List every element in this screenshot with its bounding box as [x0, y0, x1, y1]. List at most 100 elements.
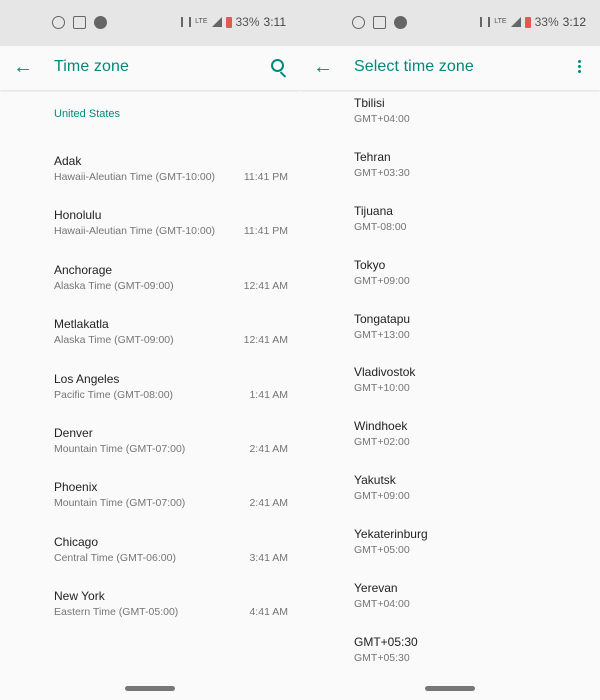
- zone-description: Mountain Time (GMT-07:00): [54, 442, 186, 455]
- settings-notification-icon: [94, 16, 107, 29]
- zone-city: Tijuana: [354, 203, 393, 218]
- app-bar: ← Time zone: [0, 46, 300, 90]
- battery-icon: [225, 16, 232, 28]
- more-options-button[interactable]: [568, 56, 592, 80]
- zone-city: Tokyo: [354, 257, 386, 272]
- time-zone-row[interactable]: Adak Hawaii-Aleutian Time (GMT-10:00) 11:4…: [0, 154, 300, 208]
- zone-description: Alaska Time (GMT-09:00): [54, 279, 174, 292]
- search-button[interactable]: [268, 56, 292, 80]
- select-time-zone-screen: LTE 33% 3:12 ← Select time zone Tbilisi G…: [300, 0, 600, 700]
- zone-offset: GMT+09:00: [354, 490, 410, 503]
- zone-offset: GMT+13:00: [354, 328, 410, 341]
- time-zone-screen: LTE 33% 3:11 ← Time zone United States A…: [0, 0, 300, 700]
- zone-description: Pacific Time (GMT-08:00): [54, 388, 174, 401]
- time-zone-option[interactable]: Tijuana GMT-08:00: [300, 204, 600, 258]
- search-icon: [271, 59, 284, 72]
- zone-local-time: 2:41 AM: [249, 442, 288, 455]
- zone-local-time: 1:41 AM: [249, 388, 288, 401]
- time-zone-option[interactable]: Tokyo GMT+09:00: [300, 258, 600, 312]
- zone-city: Windhoek: [354, 419, 408, 434]
- back-arrow-icon[interactable]: ←: [312, 56, 334, 78]
- lte-icon: LTE: [494, 18, 507, 25]
- status-bar: LTE 33% 3:11: [0, 0, 300, 46]
- zone-city: Yekaterinburg: [354, 527, 428, 542]
- signal-icon: [211, 17, 222, 27]
- time-zone-list: Adak Hawaii-Aleutian Time (GMT-10:00) 11:4…: [0, 154, 300, 644]
- time-zone-option[interactable]: Yekaterinburg GMT+05:00: [300, 527, 600, 581]
- whatsapp-icon: [352, 16, 365, 29]
- time-zone-option[interactable]: Yakutsk GMT+09:00: [300, 473, 600, 527]
- battery-percent: 33%: [235, 15, 260, 29]
- zone-local-time: 11:41 PM: [243, 225, 288, 238]
- zone-city: Yakutsk: [354, 473, 396, 488]
- zone-city: GMT+05:30: [354, 634, 418, 649]
- zone-city: Anchorage: [54, 262, 113, 277]
- zone-city: Tehran: [354, 149, 391, 164]
- app-bar: ← Select time zone: [300, 46, 600, 90]
- zone-description: Central Time (GMT-06:00): [54, 551, 176, 564]
- page-title: Time zone: [54, 58, 130, 75]
- zone-offset: GMT+09:00: [354, 274, 410, 287]
- zone-local-time: 11:41 PM: [243, 171, 288, 183]
- notification-card-icon: [73, 16, 86, 29]
- zone-description: Alaska Time (GMT-09:00): [54, 334, 174, 347]
- time-zone-option[interactable]: Windhoek GMT+02:00: [300, 419, 600, 473]
- time-zone-row[interactable]: Los Angeles Pacific Time (GMT-08:00) 1:41 …: [0, 372, 300, 426]
- zone-city: Adak: [54, 154, 82, 168]
- zone-city: Los Angeles: [54, 371, 120, 386]
- zone-city: Yerevan: [354, 581, 398, 596]
- time-zone-row[interactable]: Anchorage Alaska Time (GMT-09:00) 12:41 AM: [0, 263, 300, 317]
- zone-offset: GMT+04:00: [354, 598, 410, 611]
- clock: 3:12: [562, 15, 586, 29]
- zone-city: Metlakatla: [54, 317, 109, 332]
- time-zone-row[interactable]: Chicago Central Time (GMT-06:00) 3:41 AM: [0, 535, 300, 589]
- time-zone-row[interactable]: New York Eastern Time (GMT-05:00) 4:41 AM: [0, 589, 300, 643]
- zone-description: Eastern Time (GMT-05:00): [54, 606, 179, 619]
- zone-local-time: 12:41 AM: [243, 334, 288, 347]
- vibrate-icon: [181, 17, 192, 27]
- zone-description: Mountain Time (GMT-07:00): [54, 497, 186, 510]
- signal-icon: [510, 17, 521, 27]
- zone-description: Hawaii-Aleutian Time (GMT-10:00): [54, 171, 216, 183]
- zone-description: Hawaii-Aleutian Time (GMT-10:00): [54, 225, 216, 238]
- lte-icon: LTE: [195, 18, 208, 25]
- vibrate-icon: [480, 17, 491, 27]
- gesture-nav-handle[interactable]: [125, 686, 175, 691]
- zone-city: Phoenix: [54, 480, 98, 495]
- zone-offset: GMT+02:00: [354, 436, 410, 449]
- section-header: United States: [54, 108, 121, 120]
- time-zone-row[interactable]: Denver Mountain Time (GMT-07:00) 2:41 AM: [0, 426, 300, 480]
- time-zone-option[interactable]: Yerevan GMT+04:00: [300, 581, 600, 635]
- status-bar: LTE 33% 3:12: [300, 0, 600, 46]
- time-zone-option[interactable]: GMT+05:30 GMT+05:30: [300, 635, 600, 689]
- time-zone-option[interactable]: Tehran GMT+03:30: [300, 150, 600, 204]
- time-zone-option[interactable]: Vladivostok GMT+10:00: [300, 365, 600, 419]
- whatsapp-icon: [52, 16, 65, 29]
- zone-offset: GMT+04:00: [354, 113, 410, 125]
- time-zone-row[interactable]: Metlakatla Alaska Time (GMT-09:00) 12:41 A…: [0, 317, 300, 371]
- time-zone-row[interactable]: Phoenix Mountain Time (GMT-07:00) 2:41 AM: [0, 480, 300, 534]
- zone-city: Chicago: [54, 534, 99, 549]
- more-vert-icon: [578, 60, 581, 63]
- zone-local-time: 3:41 AM: [249, 551, 288, 564]
- zone-local-time: 4:41 AM: [249, 606, 288, 619]
- zone-city: Tongatapu: [354, 311, 411, 326]
- zone-city: Tbilisi: [354, 96, 385, 110]
- time-zone-option[interactable]: Tongatapu GMT+13:00: [300, 312, 600, 366]
- notification-card-icon: [373, 16, 386, 29]
- time-zone-select-list: Tbilisi GMT+04:00 Tehran GMT+03:30 Tijuana GM…: [300, 96, 600, 689]
- battery-icon: [524, 16, 531, 28]
- zone-offset: GMT+05:30: [354, 651, 410, 664]
- zone-city: Vladivostok: [354, 365, 416, 380]
- clock: 3:11: [263, 15, 286, 29]
- gesture-nav-handle[interactable]: [425, 686, 475, 691]
- time-zone-option[interactable]: Tbilisi GMT+04:00: [300, 96, 600, 150]
- settings-notification-icon: [394, 16, 407, 29]
- page-title: Select time zone: [354, 58, 474, 75]
- zone-city: New York: [54, 589, 105, 604]
- zone-city: Denver: [54, 425, 93, 440]
- time-zone-row[interactable]: Honolulu Hawaii-Aleutian Time (GMT-10:00)…: [0, 208, 300, 262]
- battery-percent: 33%: [534, 15, 559, 29]
- zone-offset: GMT-08:00: [354, 220, 407, 233]
- back-arrow-icon[interactable]: ←: [12, 56, 34, 78]
